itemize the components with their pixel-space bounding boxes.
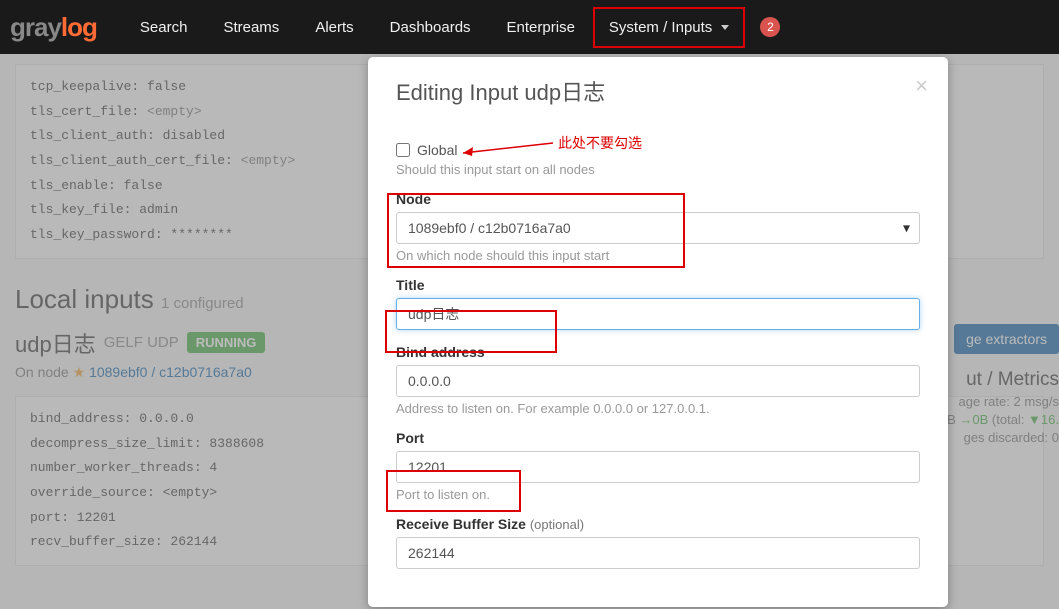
bind-address-input[interactable] <box>396 365 920 397</box>
annotation-text: 此处不要勾选 <box>558 133 642 153</box>
chevron-down-icon <box>721 25 729 30</box>
nav-alerts[interactable]: Alerts <box>297 19 371 36</box>
nav-dashboards[interactable]: Dashboards <box>372 19 489 36</box>
global-checkbox[interactable] <box>396 143 410 157</box>
arrow-icon <box>453 138 558 158</box>
global-help: Should this input start on all nodes <box>396 162 920 177</box>
port-label: Port <box>396 430 920 446</box>
title-label: Title <box>396 277 920 293</box>
notification-badge[interactable]: 2 <box>760 17 780 37</box>
nav-system-inputs[interactable]: System / Inputs <box>593 7 746 48</box>
bind-help: Address to listen on. For example 0.0.0.… <box>396 401 920 416</box>
recv-buffer-input[interactable] <box>396 537 920 569</box>
title-input[interactable] <box>396 298 920 330</box>
navbar: graylog Search Streams Alerts Dashboards… <box>0 0 1059 54</box>
node-label: Node <box>396 191 920 207</box>
node-help: On which node should this input start <box>396 248 920 263</box>
bind-address-label: Bind address <box>396 344 920 360</box>
port-help: Port to listen on. <box>396 487 920 502</box>
nav-search[interactable]: Search <box>122 19 206 36</box>
modal-title: Editing Input udp日志 <box>396 75 920 107</box>
nav-streams[interactable]: Streams <box>205 19 297 36</box>
logo[interactable]: graylog <box>10 12 97 43</box>
nav-enterprise[interactable]: Enterprise <box>489 19 593 36</box>
port-input[interactable] <box>396 451 920 483</box>
node-select[interactable]: 1089ebf0 / c12b0716a7a0 <box>396 212 920 244</box>
close-icon[interactable]: × <box>915 73 928 99</box>
global-label: Global <box>417 142 457 158</box>
recv-buffer-label: Receive Buffer Size (optional) <box>396 516 920 532</box>
